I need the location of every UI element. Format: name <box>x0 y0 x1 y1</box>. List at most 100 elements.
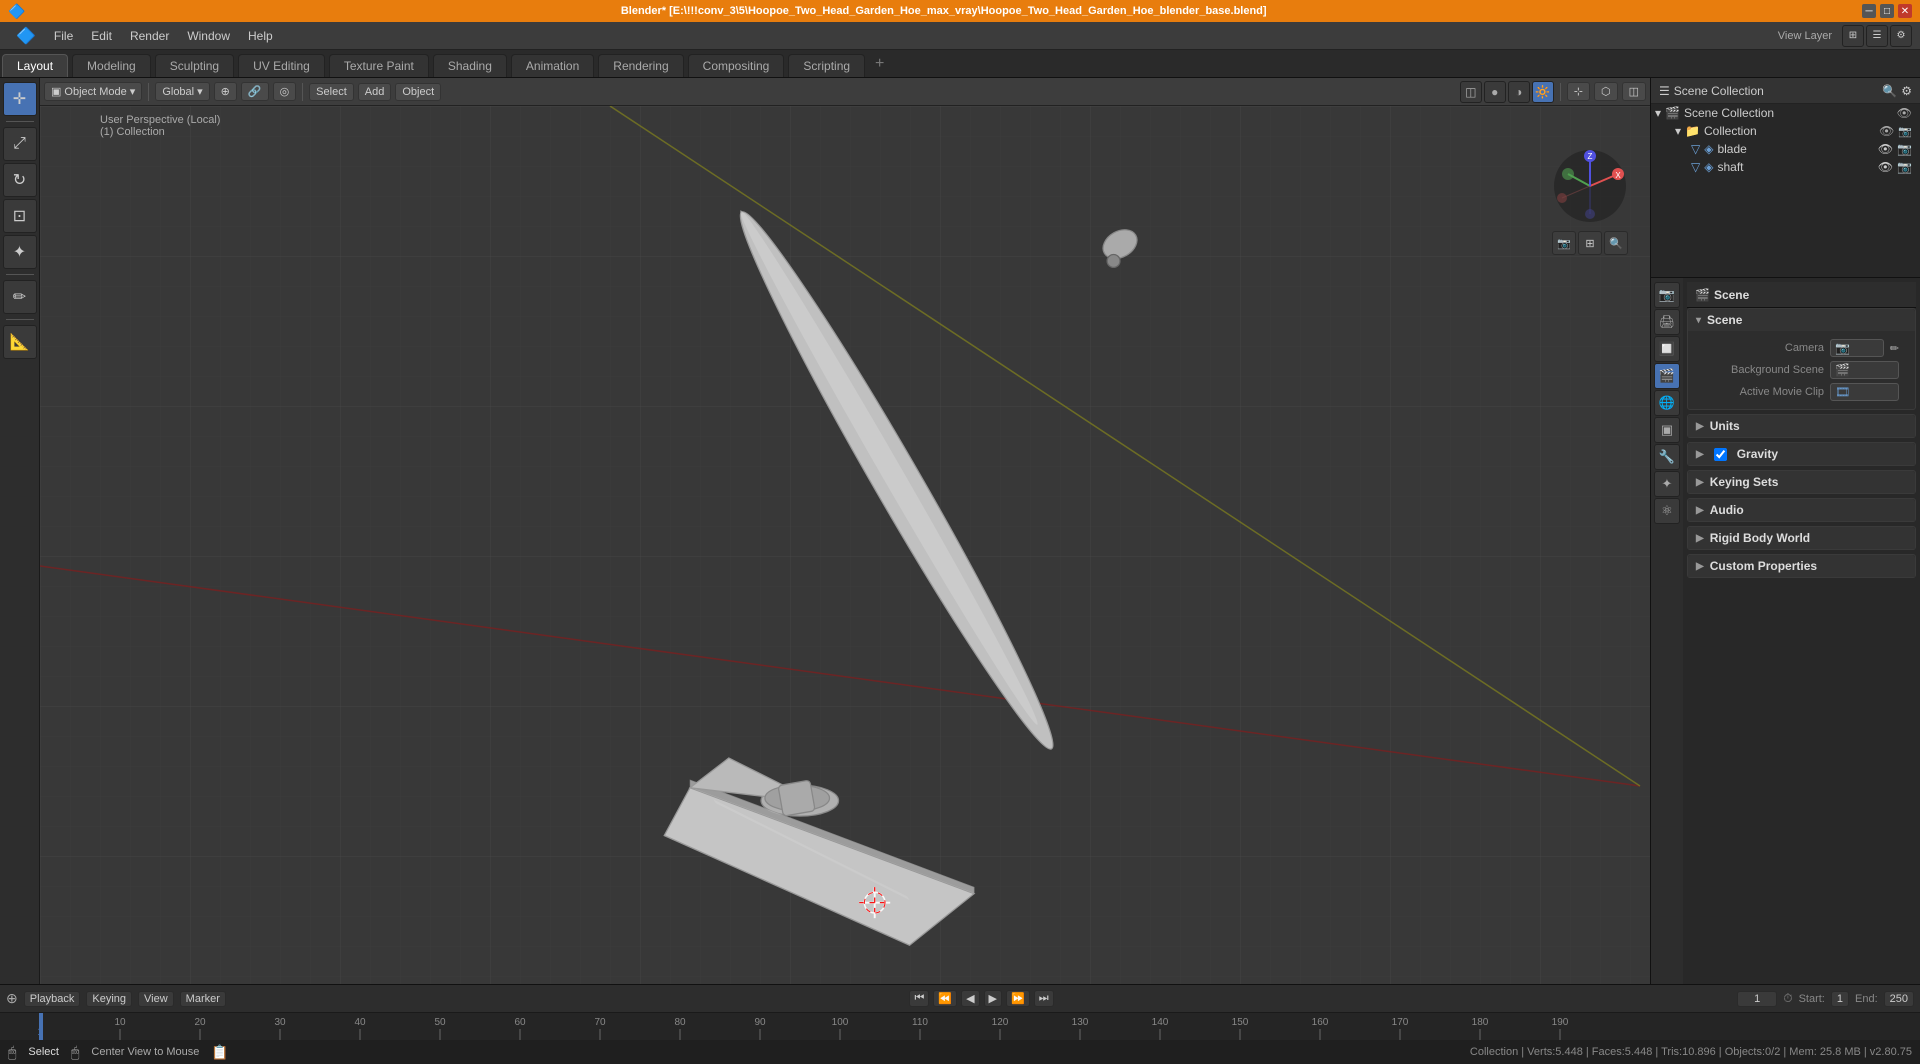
jump-end-button[interactable]: ⏭ <box>1034 990 1054 1007</box>
tab-uv-editing[interactable]: UV Editing <box>238 54 325 77</box>
object-mode-button[interactable]: ▣ Object Mode ▾ <box>44 82 142 101</box>
scene-section-header[interactable]: ▾ Scene <box>1688 309 1915 331</box>
outliner-scene-collection[interactable]: ▾ 🎬 Scene Collection 👁 <box>1651 104 1920 122</box>
file-menu[interactable]: File <box>46 27 81 45</box>
help-menu[interactable]: Help <box>240 27 281 45</box>
shaft-render[interactable]: 📷 <box>1897 160 1912 174</box>
keying-sets-section-header[interactable]: ▶ Keying Sets <box>1688 471 1915 493</box>
start-frame-input[interactable]: 1 <box>1831 991 1849 1007</box>
tab-sculpting[interactable]: Sculpting <box>155 54 234 77</box>
scene-collection-eye[interactable]: 👁 <box>1897 106 1912 120</box>
background-scene-value[interactable]: 🎬 <box>1830 361 1899 379</box>
move-tool[interactable]: ⤢ <box>3 127 37 161</box>
tab-texture-paint[interactable]: Texture Paint <box>329 54 429 77</box>
shaft-eye[interactable]: 👁 <box>1878 160 1893 174</box>
outliner-blade[interactable]: ▽ ◈ blade 👁 📷 <box>1683 140 1920 158</box>
object-menu[interactable]: Object <box>395 83 441 101</box>
window-menu[interactable]: Window <box>179 27 238 45</box>
outliner-settings-icon[interactable]: ⚙ <box>1901 84 1912 98</box>
output-properties-tab[interactable]: 🖨 <box>1654 309 1680 335</box>
camera-field-value[interactable]: 📷 <box>1830 339 1884 357</box>
local-view-button[interactable]: ⊞ <box>1578 231 1602 255</box>
tab-scripting[interactable]: Scripting <box>788 54 865 77</box>
minimize-button[interactable]: ─ <box>1862 4 1876 18</box>
blade-eye[interactable]: 👁 <box>1878 142 1893 156</box>
playback-menu[interactable]: Playback <box>24 991 81 1007</box>
play-back-button[interactable]: ◀ <box>961 990 979 1007</box>
maximize-button[interactable]: □ <box>1880 4 1894 18</box>
material-shading[interactable]: ◑ <box>1508 81 1530 103</box>
annotate-tool[interactable]: ✏ <box>3 280 37 314</box>
tab-layout[interactable]: Layout <box>2 54 68 77</box>
tab-animation[interactable]: Animation <box>511 54 594 77</box>
jump-start-button[interactable]: ⏮ <box>909 990 929 1007</box>
proportional-edit-button[interactable]: ◎ <box>273 82 297 101</box>
layer-selector[interactable]: ☰ <box>1866 25 1888 47</box>
render-properties-tab[interactable]: 📷 <box>1654 282 1680 308</box>
scene-properties-tab[interactable]: 🎬 <box>1654 363 1680 389</box>
rigid-body-world-section-header[interactable]: ▶ Rigid Body World <box>1688 527 1915 549</box>
timeline-ruler[interactable]: 1 10 20 30 40 50 60 70 80 90 100 110 120 <box>0 1013 1920 1040</box>
render-menu[interactable]: Render <box>122 27 177 45</box>
marker-menu[interactable]: Marker <box>180 991 226 1007</box>
select-menu[interactable]: Select <box>309 83 354 101</box>
edit-menu[interactable]: Edit <box>83 27 120 45</box>
scale-tool[interactable]: ⊡ <box>3 199 37 233</box>
preferences-button[interactable]: ⚙ <box>1890 25 1912 47</box>
modifier-properties-tab[interactable]: 🔧 <box>1654 444 1680 470</box>
xray-button[interactable]: ◫ <box>1622 82 1646 101</box>
pivot-button[interactable]: ⊕ <box>214 82 237 101</box>
audio-section-header[interactable]: ▶ Audio <box>1688 499 1915 521</box>
blender-menu-button[interactable]: 🔷 <box>8 24 44 48</box>
measure-tool[interactable]: 📐 <box>3 325 37 359</box>
object-properties-tab[interactable]: ▣ <box>1654 417 1680 443</box>
scene-selector[interactable]: ⊞ <box>1842 25 1864 47</box>
view-menu[interactable]: View <box>138 991 174 1007</box>
particles-properties-tab[interactable]: ✦ <box>1654 471 1680 497</box>
gravity-section-header[interactable]: ▶ Gravity <box>1688 443 1915 465</box>
global-transform-button[interactable]: Global ▾ <box>155 82 209 101</box>
play-button[interactable]: ▶ <box>984 990 1002 1007</box>
close-button[interactable]: ✕ <box>1898 4 1912 18</box>
cursor-tool[interactable]: ✛ <box>3 82 37 116</box>
blade-render[interactable]: 📷 <box>1897 142 1912 156</box>
current-frame-display[interactable]: 1 <box>1737 991 1777 1007</box>
rotate-tool[interactable]: ↻ <box>3 163 37 197</box>
camera-edit-icon[interactable]: ✏ <box>1890 342 1899 355</box>
outliner-filter-icon[interactable]: 🔍 <box>1882 84 1897 98</box>
navigation-gizmo[interactable]: X Z 📷 ⊞ <box>1550 146 1630 226</box>
physics-properties-tab[interactable]: ⚛ <box>1654 498 1680 524</box>
add-workspace-button[interactable]: + <box>867 51 892 77</box>
gravity-collapse-arrow: ▶ <box>1696 449 1704 460</box>
snapping-button[interactable]: 🔗 <box>241 82 269 101</box>
solid-shading[interactable]: ● <box>1484 81 1506 103</box>
keying-menu[interactable]: Keying <box>86 991 132 1007</box>
add-menu[interactable]: Add <box>358 83 392 101</box>
tab-shading[interactable]: Shading <box>433 54 507 77</box>
tab-rendering[interactable]: Rendering <box>598 54 683 77</box>
view-layer-properties-tab[interactable]: 🔲 <box>1654 336 1680 362</box>
world-properties-tab[interactable]: 🌐 <box>1654 390 1680 416</box>
units-section-header[interactable]: ▶ Units <box>1688 415 1915 437</box>
wireframe-shading[interactable]: ◫ <box>1460 81 1482 103</box>
outliner-collection[interactable]: ▾ 📁 Collection 👁 📷 <box>1667 122 1920 140</box>
custom-properties-section-header[interactable]: ▶ Custom Properties <box>1688 555 1915 577</box>
tab-compositing[interactable]: Compositing <box>688 54 785 77</box>
overlays-button[interactable]: ⬡ <box>1594 82 1618 101</box>
end-frame-input[interactable]: 250 <box>1884 991 1914 1007</box>
step-forward-button[interactable]: ⏩ <box>1006 990 1030 1007</box>
collection-render[interactable]: 📷 <box>1898 125 1912 138</box>
tab-modeling[interactable]: Modeling <box>72 54 151 77</box>
gizmo-button[interactable]: ⊹ <box>1567 82 1590 101</box>
outliner-shaft[interactable]: ▽ ◈ shaft 👁 📷 <box>1683 158 1920 176</box>
active-movie-clip-value[interactable]: 🎞 <box>1830 383 1899 401</box>
search-button[interactable]: 🔍 <box>1604 231 1628 255</box>
step-back-button[interactable]: ⏪ <box>933 990 957 1007</box>
transform-tool[interactable]: ✦ <box>3 235 37 269</box>
gravity-checkbox[interactable] <box>1714 448 1727 461</box>
rendered-shading[interactable]: 🔆 <box>1532 81 1554 103</box>
camera-view-button[interactable]: 📷 <box>1552 231 1576 255</box>
collection-visibility[interactable]: 👁 <box>1879 124 1894 138</box>
viewport-3d[interactable]: ▣ Object Mode ▾ Global ▾ ⊕ 🔗 ◎ Select Ad… <box>40 78 1650 984</box>
timeline-range-icon[interactable]: ⊕ <box>6 990 18 1007</box>
